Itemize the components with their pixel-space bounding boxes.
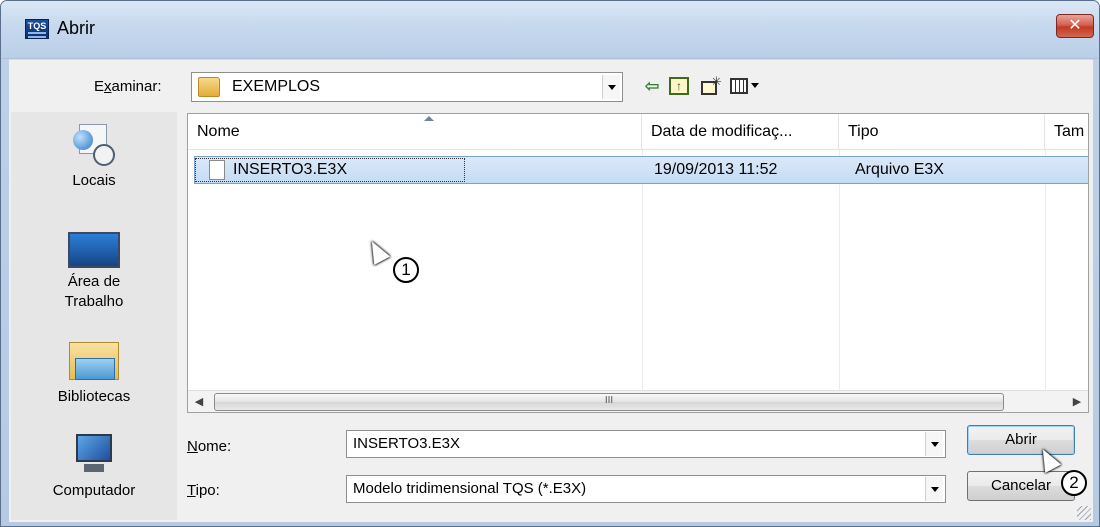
- column-header-name[interactable]: Nome: [188, 114, 642, 150]
- column-header-size[interactable]: Tam: [1045, 114, 1088, 150]
- close-button[interactable]: ✕: [1056, 14, 1094, 38]
- filename-value: INSERTO3.E3X: [353, 435, 460, 452]
- libraries-icon: [67, 340, 121, 384]
- title-bar: TQS Abrir ✕: [1, 1, 1099, 59]
- place-recent-label: Locais: [72, 172, 116, 189]
- open-button[interactable]: Abrir: [967, 425, 1075, 455]
- mouse-cursor-icon: [363, 237, 391, 265]
- cancel-button[interactable]: Cancelar: [967, 471, 1075, 501]
- resize-grip-icon[interactable]: [1077, 506, 1091, 520]
- scroll-right-icon[interactable]: ▶: [1066, 391, 1088, 412]
- place-recent[interactable]: Locais: [11, 122, 177, 189]
- open-file-dialog: TQS Abrir ✕ Examinar: EXEMPLOS ⇦ ↑ ✳ Loc…: [0, 0, 1100, 527]
- look-in-label: Examinar:: [94, 78, 162, 95]
- column-header-type[interactable]: Tipo: [839, 114, 1045, 150]
- folder-icon: [198, 77, 220, 97]
- close-icon: ✕: [1068, 17, 1082, 34]
- chevron-down-icon[interactable]: [925, 477, 943, 501]
- sort-ascending-icon: [424, 116, 434, 121]
- place-libraries[interactable]: Bibliotecas: [11, 340, 177, 405]
- filename-combo[interactable]: INSERTO3.E3X: [346, 430, 946, 458]
- window-title: Abrir: [57, 18, 96, 38]
- filetype-combo[interactable]: Modelo tridimensional TQS (*.E3X): [346, 475, 946, 503]
- filetype-value: Modelo tridimensional TQS (*.E3X): [353, 480, 587, 497]
- tqs-app-icon: TQS: [25, 19, 49, 39]
- places-bar: Locais Área de Trabalho Bibliotecas Comp…: [11, 112, 177, 520]
- column-divider: [642, 150, 643, 412]
- chevron-down-icon[interactable]: [925, 432, 943, 456]
- look-in-label-rest: aminar:: [111, 78, 162, 95]
- list-header: Nome Data de modificaç... Tipo Tam: [188, 114, 1088, 150]
- filetype-label-accel: T: [187, 482, 196, 499]
- step-marker-2: 2: [1061, 470, 1087, 496]
- place-computer[interactable]: Computador: [11, 432, 177, 499]
- chevron-down-icon[interactable]: [602, 75, 620, 99]
- filetype-label-rest: ipo:: [195, 482, 220, 499]
- place-computer-label: Computador: [52, 482, 136, 499]
- column-header-size-label: Tam: [1054, 123, 1085, 140]
- column-header-modified[interactable]: Data de modificaç...: [642, 114, 839, 150]
- new-folder-icon[interactable]: ✳: [699, 74, 722, 97]
- column-header-type-label: Tipo: [848, 123, 879, 140]
- recent-places-icon: [71, 122, 117, 168]
- file-modified: 19/09/2013 11:52: [654, 161, 778, 178]
- filename-label: Nome:: [187, 438, 231, 455]
- column-header-name-label: Nome: [197, 123, 240, 140]
- focus-rectangle: [195, 158, 465, 182]
- look-in-value: EXEMPLOS: [232, 78, 321, 95]
- place-libraries-label: Bibliotecas: [57, 388, 131, 405]
- column-divider: [1045, 150, 1046, 412]
- back-arrow-icon[interactable]: ⇦: [641, 75, 663, 97]
- desktop-icon: [68, 232, 120, 268]
- step-marker-1: 1: [393, 257, 419, 283]
- up-folder-icon[interactable]: ↑: [669, 77, 689, 95]
- file-list[interactable]: Nome Data de modificaç... Tipo Tam INSER…: [187, 113, 1089, 413]
- place-desktop[interactable]: Área de Trabalho: [11, 232, 177, 312]
- column-header-modified-label: Data de modificaç...: [651, 123, 793, 140]
- file-type: Arquivo E3X: [855, 161, 944, 178]
- horizontal-scrollbar[interactable]: ◀ III ▶: [188, 390, 1088, 412]
- column-divider: [839, 150, 840, 412]
- scroll-thumb[interactable]: III: [214, 393, 1004, 411]
- scroll-left-icon[interactable]: ◀: [188, 391, 210, 412]
- scroll-thumb-grip: III: [604, 395, 614, 406]
- computer-icon: [70, 432, 118, 478]
- filename-label-rest: ome:: [197, 438, 232, 455]
- filetype-label: Tipo:: [187, 482, 220, 499]
- place-desktop-label: Área de Trabalho: [64, 273, 124, 310]
- look-in-label-accel: x: [104, 78, 112, 95]
- look-in-label-prefix: E: [94, 78, 105, 95]
- dialog-client-area: Examinar: EXEMPLOS ⇦ ↑ ✳ Locais Área de …: [9, 59, 1093, 522]
- app-icon-text: TQS: [27, 21, 47, 31]
- look-in-combo[interactable]: EXEMPLOS: [191, 72, 623, 102]
- filename-label-accel: N: [187, 438, 198, 455]
- view-menu-icon[interactable]: [729, 75, 763, 97]
